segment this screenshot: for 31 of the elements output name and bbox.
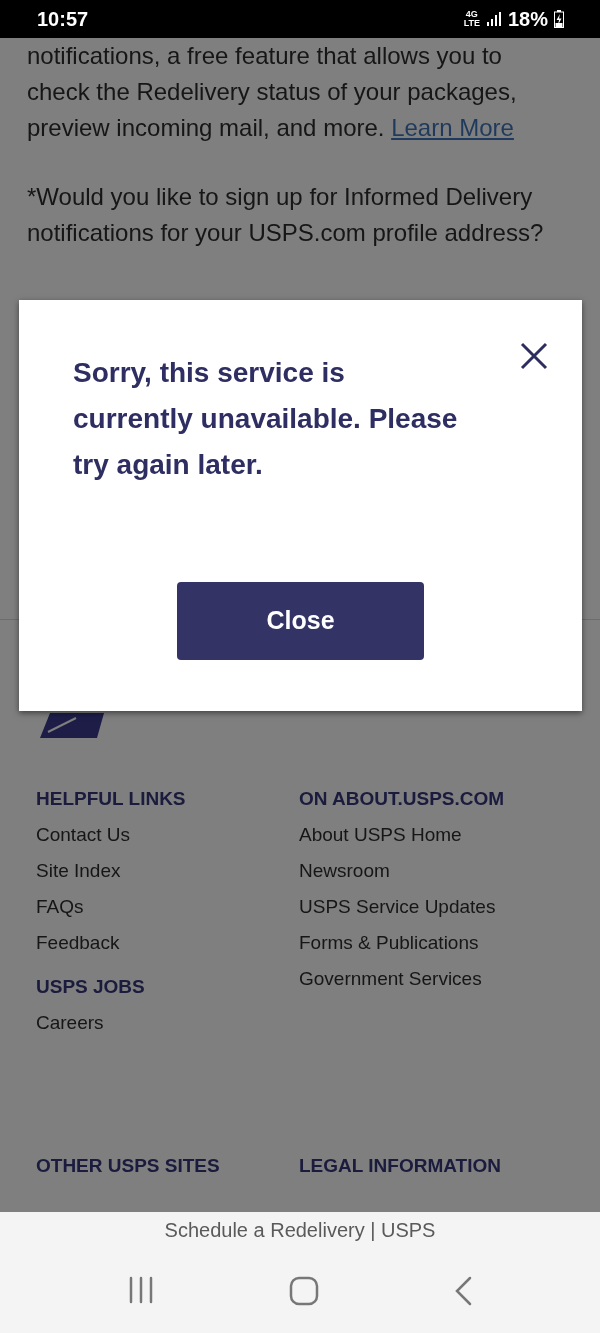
footer-link[interactable]: Site Index xyxy=(36,853,121,889)
back-icon[interactable] xyxy=(453,1276,473,1306)
footer-link[interactable]: Government Services xyxy=(299,961,482,997)
footer-heading: LEGAL INFORMATION xyxy=(299,1154,502,1178)
learn-more-link[interactable]: Learn More xyxy=(391,114,514,141)
footer-link[interactable]: Feedback xyxy=(36,925,120,961)
error-message: Sorry, this service is currently unavailable. Please try again later. xyxy=(73,356,459,482)
home-icon[interactable] xyxy=(289,1276,319,1306)
signup-question: *Would you like to sign up for Informed Delivery notifications for your USPS.com profile address? xyxy=(27,182,545,248)
status-time: 10:57 xyxy=(37,7,89,32)
eagle-logo-icon xyxy=(40,713,104,738)
recent-apps-icon[interactable] xyxy=(127,1276,155,1304)
close-button[interactable]: Close xyxy=(177,582,424,660)
footer-heading: USPS JOBS xyxy=(36,975,146,999)
footer-link[interactable]: Careers xyxy=(36,1005,104,1041)
informed-delivery-text: notifications, a free feature that allows you to check the Redelivery status of your packages, preview incoming mail, and more. Learn More xyxy=(27,41,518,143)
footer-link[interactable]: Newsroom xyxy=(299,853,390,889)
footer-heading: ON ABOUT.USPS.COM xyxy=(299,787,506,811)
close-icon[interactable] xyxy=(520,342,548,370)
footer-heading: HELPFUL LINKS xyxy=(36,787,187,811)
footer-link[interactable]: Contact Us xyxy=(36,817,130,853)
footer-link[interactable]: Forms & Publications xyxy=(299,925,479,961)
footer-link[interactable]: FAQs xyxy=(36,889,84,925)
network-type-icon: 4G LTE xyxy=(463,10,480,28)
battery-percent: 18% xyxy=(507,7,548,32)
page-title: Schedule a Redelivery | USPS xyxy=(164,1218,436,1243)
footer-link[interactable]: About USPS Home xyxy=(299,817,462,853)
footer-link[interactable]: USPS Service Updates xyxy=(299,889,496,925)
footer-heading: OTHER USPS SITES xyxy=(36,1154,221,1178)
battery-charging-icon xyxy=(554,10,564,28)
signal-icon xyxy=(485,11,502,27)
